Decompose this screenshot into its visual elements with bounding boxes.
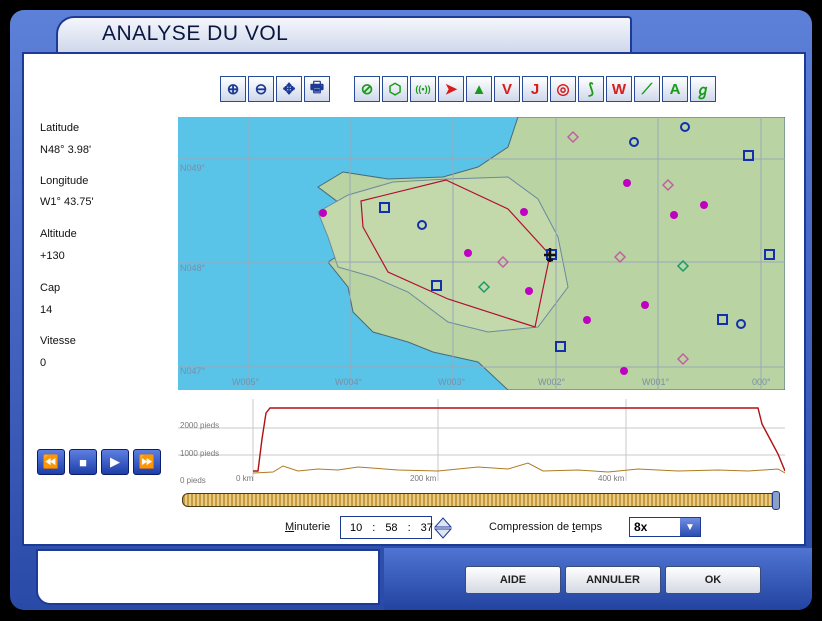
lat-label: N047°: [180, 366, 206, 376]
lon-label: W002°: [538, 377, 566, 387]
j-icon[interactable]: J: [522, 76, 548, 102]
lat-label: N048°: [180, 263, 206, 273]
dist-label: 200 km: [410, 474, 437, 483]
lat-label: N049°: [180, 163, 206, 173]
vor-icon[interactable]: ⬡: [382, 76, 408, 102]
stop-button[interactable]: ■: [69, 449, 97, 475]
v-icon[interactable]: V: [494, 76, 520, 102]
lon-label: W003°: [438, 377, 466, 387]
speed-label: Vitesse: [40, 335, 76, 347]
airspace-icon[interactable]: ◎: [550, 76, 576, 102]
alt-label: 1000 pieds: [180, 449, 219, 458]
layers-toolbar: ⊘ ⬡ ((•)) ➤ ▲ V J ◎ ⟆ W ⟋ Aℊ: [354, 76, 716, 102]
map-canvas: N049° N048° N047° W005° W004° W003° W002…: [178, 117, 785, 390]
longitude-label: Longitude: [40, 175, 89, 187]
help-button[interactable]: AIDE: [465, 566, 561, 594]
compression-value: 8x: [634, 520, 648, 534]
heading-value: 14: [40, 304, 53, 316]
coastline-icon[interactable]: ℊ: [690, 76, 716, 102]
lon-label: W004°: [335, 377, 363, 387]
zoom-in-icon[interactable]: ⊕: [220, 76, 246, 102]
timer-spinner[interactable]: [434, 516, 452, 540]
chevron-down-icon[interactable]: ▼: [680, 518, 700, 536]
heading-label: Cap: [40, 282, 61, 294]
airway-icon[interactable]: ⟋: [634, 76, 660, 102]
timer-sep: :: [372, 521, 376, 534]
timer-hours[interactable]: 10: [350, 522, 362, 534]
dist-label: 400 km: [598, 474, 625, 483]
status-panel: [36, 549, 380, 605]
airport-icon[interactable]: ⊘: [354, 76, 380, 102]
rewind-button[interactable]: ⏪: [37, 449, 65, 475]
timer-label: Minuterie: [285, 521, 331, 533]
play-button[interactable]: ▶: [101, 449, 129, 475]
ndb-icon[interactable]: ((•)): [410, 76, 436, 102]
compression-select[interactable]: 8x ▼: [629, 517, 701, 537]
compression-label: Compression de temps: [489, 521, 603, 533]
ground-line: [252, 462, 786, 474]
lon-label: W001°: [642, 377, 670, 387]
route-icon[interactable]: ⟆: [578, 76, 604, 102]
timeline-slider[interactable]: [182, 491, 780, 510]
zoom-out-icon[interactable]: ⊖: [248, 76, 274, 102]
timeline-thumb[interactable]: [772, 491, 780, 510]
flight-path-icon[interactable]: ➤: [438, 76, 464, 102]
fast-forward-button[interactable]: ⏩: [133, 449, 161, 475]
alt-label: 0 pieds: [180, 476, 206, 485]
cancel-button[interactable]: ANNULER: [565, 566, 661, 594]
w-icon[interactable]: W: [606, 76, 632, 102]
ok-button[interactable]: OK: [665, 566, 761, 594]
altitude-label: Altitude: [40, 228, 77, 240]
lon-label: W005°: [232, 377, 260, 387]
altitude-profile[interactable]: 2000 pieds 1000 pieds 0 pieds 0 km 200 k…: [178, 399, 786, 485]
altitude-value: +130: [40, 250, 65, 262]
terrain-icon[interactable]: ▲: [466, 76, 492, 102]
print-icon[interactable]: 🖶: [304, 76, 330, 102]
timer-sep: :: [407, 521, 411, 534]
latitude-label: Latitude: [40, 122, 80, 134]
alt-label: 2000 pieds: [180, 421, 219, 430]
latitude-value: N48° 3.98': [40, 144, 92, 156]
lon-label: 000°: [752, 377, 771, 387]
window-title: ANALYSE DU VOL: [102, 22, 289, 45]
timer-seconds[interactable]: 37: [421, 522, 433, 534]
map-toolbar: ⊕ ⊖ ✥ 🖶: [220, 76, 330, 102]
longitude-value: W1° 43.75': [40, 196, 94, 208]
timer-minutes[interactable]: 58: [385, 522, 397, 534]
dist-label: 0 km: [236, 474, 254, 483]
speed-value: 0: [40, 357, 47, 369]
flight-map[interactable]: N049° N048° N047° W005° W004° W003° W002…: [178, 117, 785, 390]
profile-canvas: 2000 pieds 1000 pieds 0 pieds 0 km 200 k…: [178, 399, 786, 485]
timer-field[interactable]: 10 : 58 : 37: [340, 516, 433, 539]
label-icon[interactable]: A: [662, 76, 688, 102]
altitude-line: [253, 407, 786, 472]
pan-icon[interactable]: ✥: [276, 76, 302, 102]
